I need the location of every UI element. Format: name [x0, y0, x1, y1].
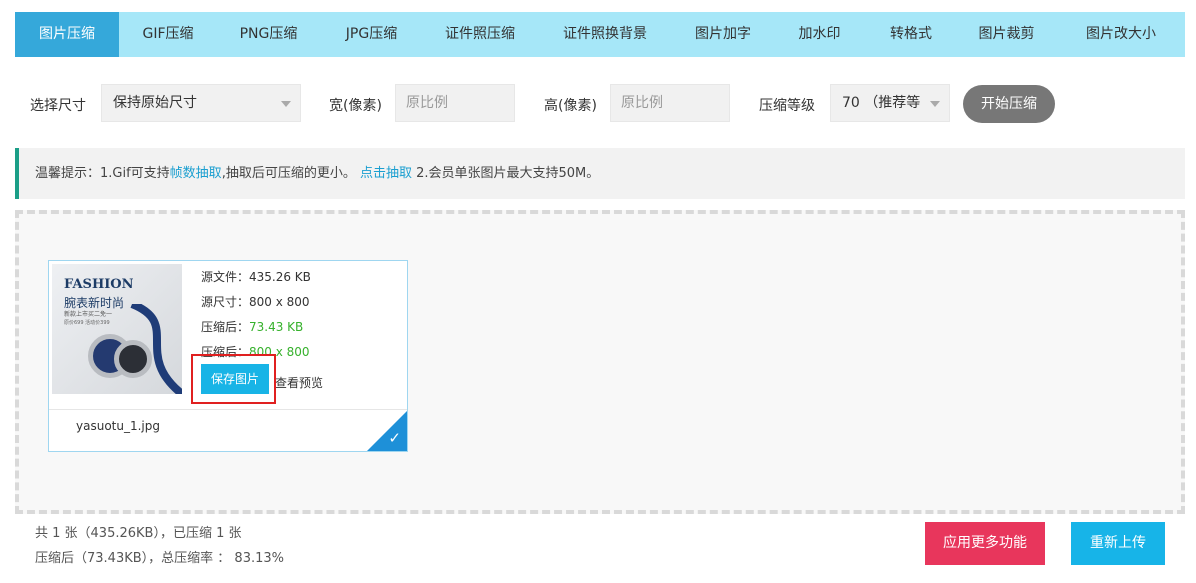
tool-tabs: 图片压缩 GIF压缩 PNG压缩 JPG压缩 证件照压缩 证件照换背景 图片加字…: [15, 12, 1185, 57]
source-dimensions: 源尺寸：800 x 800: [201, 295, 310, 309]
compressed-size-value: 73.43 KB: [249, 320, 304, 334]
size-select-value: 保持原始尺寸: [113, 95, 197, 111]
size-label: 选择尺寸: [30, 98, 86, 114]
preview-link[interactable]: 查看预览: [275, 374, 323, 391]
thumb-price: 原价699 活动价399: [64, 320, 110, 326]
tab-id-photo-compress[interactable]: 证件照压缩: [423, 12, 537, 57]
tab-id-photo-background[interactable]: 证件照换背景: [537, 12, 673, 57]
click-extract-link[interactable]: 点击抽取: [360, 166, 412, 181]
tab-jpg-compress[interactable]: JPG压缩: [320, 12, 423, 57]
source-size: 源文件：435.26 KB: [201, 270, 311, 284]
height-label: 高(像素): [544, 98, 597, 114]
compressed-size-label: 压缩后：: [201, 320, 250, 334]
frame-extract-link[interactable]: 帧数抽取: [170, 166, 222, 181]
level-label: 压缩等级: [759, 98, 815, 114]
width-label: 宽(像素): [329, 98, 382, 114]
highlight-box: [191, 354, 276, 404]
more-features-button[interactable]: 应用更多功能: [925, 522, 1045, 565]
tip-middle: ,抽取后可压缩的更小。: [221, 166, 360, 181]
tab-watermark[interactable]: 加水印: [773, 12, 866, 57]
tab-image-compress[interactable]: 图片压缩: [15, 12, 119, 57]
tab-gif-compress[interactable]: GIF压缩: [119, 12, 217, 57]
compressed-size: 压缩后：73.43 KB: [201, 319, 311, 344]
image-thumbnail: FASHION 腕表新时尚 新款上市买二免一 原价699 活动价399: [52, 264, 182, 394]
chevron-down-icon: [281, 101, 291, 107]
chevron-down-icon: [930, 101, 940, 107]
reupload-button[interactable]: 重新上传: [1071, 522, 1165, 565]
tab-convert-format[interactable]: 转格式: [866, 12, 956, 57]
selected-corner: [367, 411, 407, 451]
tip-suffix: 2.会员单张图片最大支持50M。: [411, 166, 600, 181]
summary-count: 共 1 张（435.26KB），已压缩 1 张: [35, 526, 242, 541]
summary-ratio: 压缩后（73.43KB），总压缩率 ： 83.13%: [35, 551, 284, 566]
file-name: yasuotu_1.jpg: [76, 419, 160, 433]
height-input[interactable]: 原比例: [610, 84, 730, 122]
check-icon: ✓: [388, 429, 401, 447]
tab-crop[interactable]: 图片裁剪: [956, 12, 1057, 57]
level-select-value: 70 （推荐等: [842, 95, 921, 111]
level-select[interactable]: 70 （推荐等: [830, 84, 950, 122]
start-compress-button[interactable]: 开始压缩: [963, 85, 1055, 123]
tip-bar: 温馨提示：1.Gif可支持帧数抽取,抽取后可压缩的更小。 点击抽取 2.会员单张…: [15, 148, 1185, 199]
thumb-tagline: 新款上市买二免一: [64, 311, 113, 318]
tip-prefix: 温馨提示：1.Gif可支持: [35, 166, 170, 181]
width-input[interactable]: 原比例: [395, 84, 515, 122]
watch-icon: [114, 340, 152, 378]
tab-png-compress[interactable]: PNG压缩: [217, 12, 320, 57]
tab-resize[interactable]: 图片改大小: [1057, 12, 1185, 57]
size-select[interactable]: 保持原始尺寸: [101, 84, 301, 122]
thumb-title: FASHION: [64, 277, 134, 292]
tab-add-text[interactable]: 图片加字: [673, 12, 773, 57]
